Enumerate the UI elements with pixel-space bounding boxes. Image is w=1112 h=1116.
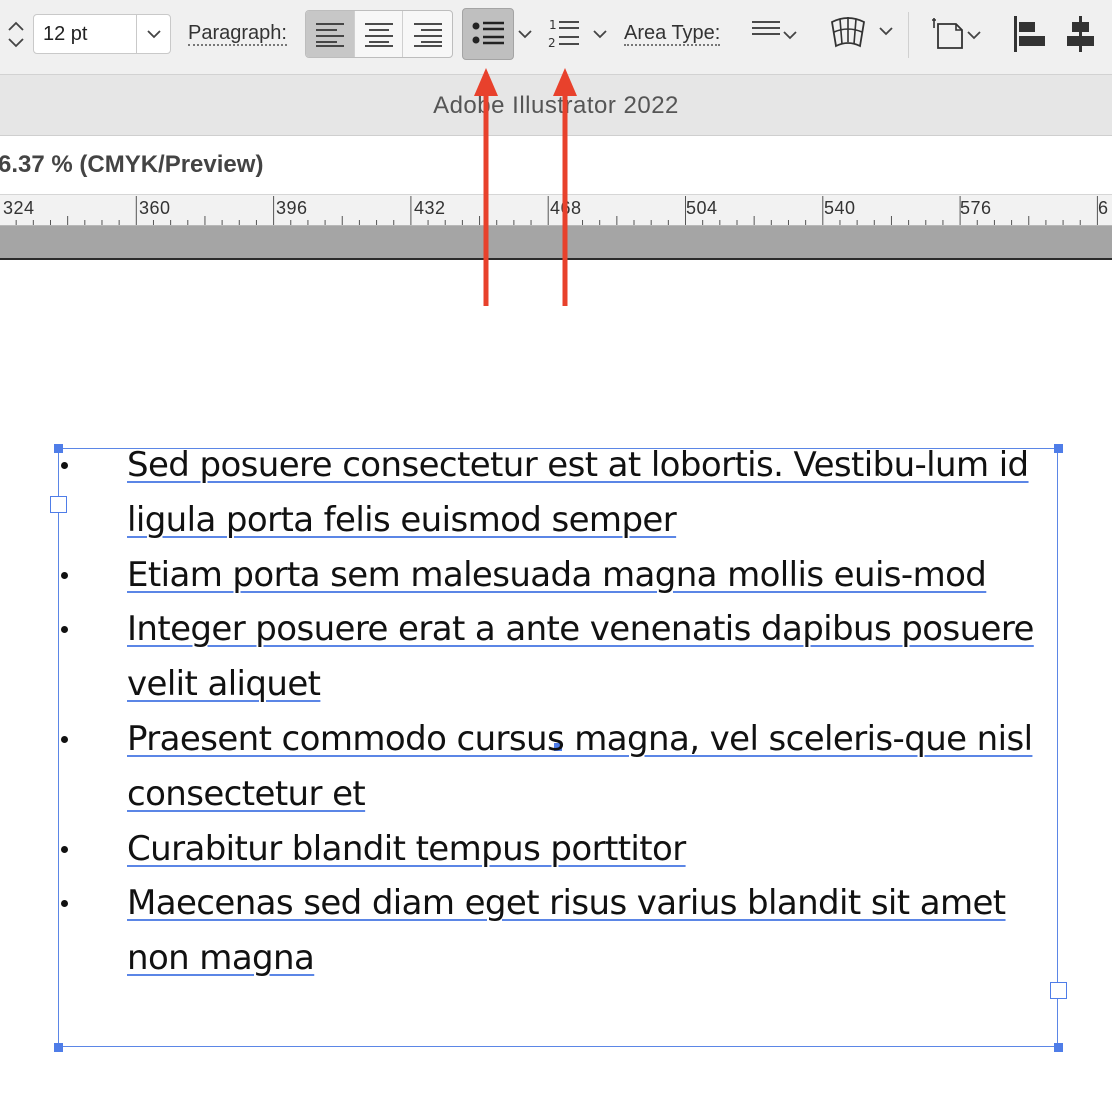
align-center-button[interactable]	[355, 11, 404, 57]
document-tab-title[interactable]: 6.37 % (CMYK/Preview)	[0, 151, 263, 179]
transform-options-button[interactable]	[930, 14, 986, 52]
area-type-icon	[752, 21, 797, 40]
ruler-label: 360	[139, 198, 171, 218]
list-item-text[interactable]: Integer posuere erat a ante venenatis da…	[127, 609, 1034, 704]
align-left-icon	[315, 23, 344, 47]
selection-handle-bottom-right[interactable]	[1054, 1043, 1063, 1052]
bulleted-list-icon	[472, 21, 504, 45]
ruler-label: 396	[276, 198, 308, 218]
app-title: Adobe Illustrator 2022	[433, 92, 679, 119]
bullet-dot	[61, 845, 68, 853]
bulleted-text-list[interactable]: Sed posuere consectetur est at lobortis.…	[60, 438, 1050, 986]
ruler-label: 432	[414, 198, 446, 218]
transform-options-icon	[932, 18, 981, 49]
align-left-objects-button[interactable]	[1010, 14, 1048, 54]
paragraph-label[interactable]: Paragraph:	[188, 22, 287, 46]
document-tab[interactable]: 6.37 % (CMYK/Preview)	[0, 137, 1112, 195]
list-item-text[interactable]: Sed posuere consectetur est at lobortis.…	[127, 445, 1029, 540]
numbered-icon-digit-2: 2	[548, 36, 556, 49]
numbered-list-icon: 1 2	[548, 18, 579, 49]
list-item[interactable]: Maecenas sed diam eget risus varius blan…	[60, 876, 1050, 986]
list-item-text[interactable]: Praesent commodo cursus magna, vel scele…	[127, 719, 1033, 814]
chevron-down-icon[interactable]	[590, 26, 610, 42]
list-item[interactable]: Praesent commodo cursus magna, vel scele…	[60, 712, 1050, 822]
ruler-label: 576	[960, 198, 992, 218]
out-port-handle[interactable]	[1050, 982, 1067, 999]
control-bar: 12 pt Paragraph: 1 2 Area Type:	[0, 0, 1112, 74]
up-down-stepper-icon[interactable]	[0, 14, 30, 54]
paragraph-align-group	[305, 10, 453, 58]
area-type-label[interactable]: Area Type:	[624, 22, 721, 46]
selection-handle-bottom-left[interactable]	[54, 1043, 63, 1052]
envelope-warp-icon	[831, 17, 893, 48]
chevron-down-icon[interactable]	[515, 26, 535, 42]
ruler-label: 324	[3, 198, 35, 218]
align-horizontal-center-icon	[1067, 16, 1094, 52]
bullet-dot	[61, 626, 68, 634]
title-bar: Adobe Illustrator 2022	[0, 74, 1112, 136]
bullet-dot	[61, 571, 68, 579]
list-item[interactable]: Curabitur blandit tempus porttitor	[60, 822, 1050, 877]
font-size-field[interactable]: 12 pt	[33, 14, 171, 54]
ruler-label: 6	[1098, 198, 1109, 218]
selection-handle-top-right[interactable]	[1054, 444, 1063, 453]
font-size-value[interactable]: 12 pt	[34, 15, 136, 53]
ruler-label: 468	[550, 198, 582, 218]
align-left-objects-icon	[1014, 16, 1045, 52]
align-center-icon	[364, 23, 393, 47]
ruler-label: 540	[824, 198, 856, 218]
chevron-down-icon[interactable]	[136, 15, 170, 53]
bullet-dot	[61, 462, 68, 469]
list-item[interactable]: Integer posuere erat a ante venenatis da…	[60, 602, 1050, 712]
align-horizontal-center-button[interactable]	[1062, 14, 1100, 54]
envelope-warp-button[interactable]	[828, 14, 898, 52]
list-item-text[interactable]: Curabitur blandit tempus porttitor	[127, 829, 686, 869]
align-right-icon	[413, 23, 442, 47]
toolbar-separator	[908, 12, 909, 58]
list-item[interactable]: Sed posuere consectetur est at lobortis.…	[60, 438, 1050, 548]
horizontal-ruler[interactable]: 324 360 396 432 468 504 540 576 6	[0, 195, 1112, 226]
bullet-dot	[61, 900, 68, 908]
align-left-button[interactable]	[306, 11, 355, 57]
align-right-button[interactable]	[403, 11, 452, 57]
area-type-button[interactable]	[750, 16, 800, 46]
numbered-icon-digit-1: 1	[549, 18, 557, 32]
bullet-dot	[61, 735, 68, 743]
list-item-text[interactable]: Maecenas sed diam eget risus varius blan…	[127, 883, 1006, 978]
canvas-edge-strip	[0, 226, 1112, 260]
numbers-button[interactable]: 1 2	[546, 16, 582, 50]
ruler-label: 504	[686, 198, 718, 218]
list-item-text[interactable]: Etiam porta sem malesuada magna mollis e…	[127, 555, 987, 595]
bullets-button[interactable]	[462, 8, 514, 60]
list-item[interactable]: Etiam porta sem malesuada magna mollis e…	[60, 548, 1050, 603]
